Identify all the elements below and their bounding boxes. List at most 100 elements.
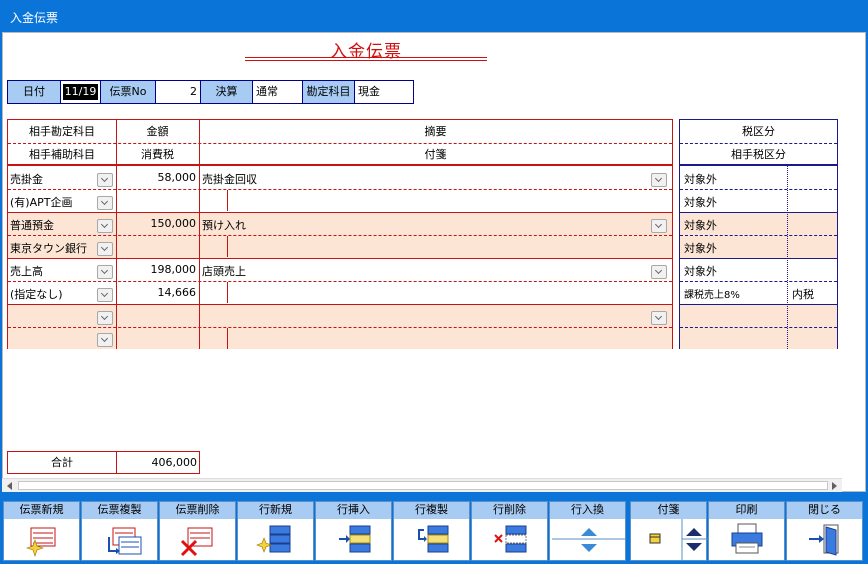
account-field[interactable]: 現金 [355,81,413,103]
total-box: 合計 406,000 [7,451,200,474]
row-divider [680,258,837,259]
copy-slip-icon [82,519,157,560]
title-underline-2 [245,60,487,61]
date-value: 11/19 [63,84,98,100]
sticky-note-button[interactable]: 付箋 [630,501,708,561]
delete-slip-icon [160,519,235,560]
memo-marker [227,236,228,257]
row-divider [680,304,837,305]
delete-row-label: 行削除 [493,503,526,516]
slip-header: 日付 11/19 伝票No 2 決算 通常 勘定科目 現金 [7,80,414,104]
row-divider [8,258,672,259]
col-partner-account: 相手勘定科目 [29,125,95,138]
slip-no-field[interactable]: 2 [156,81,201,103]
print-button[interactable]: 印刷 [708,501,785,561]
copy-slip-button[interactable]: 伝票複製 [81,501,158,561]
delete-row-button[interactable]: 行削除 [471,501,548,561]
row3-partner-tax-class[interactable]: 課税売上8% [684,286,740,301]
row1-sub-dropdown[interactable] [97,196,113,210]
page-title: 入金伝票 [330,42,402,62]
row3-account[interactable]: 売上高 [10,263,43,279]
row3-account-dropdown[interactable] [97,265,113,279]
scroll-thumb[interactable] [18,481,828,490]
new-slip-button[interactable]: 伝票新規 [3,501,80,561]
col-tax-class: 税区分 [742,125,775,138]
row1-summary-dropdown[interactable] [651,173,667,187]
close-label: 閉じる [808,503,841,516]
header-divider [680,143,837,144]
total-value: 406,000 [151,456,198,469]
row1-amount[interactable]: 58,000 [118,171,197,184]
row3-summary-dropdown[interactable] [651,265,667,279]
close-button[interactable]: 閉じる [786,501,863,561]
header-bottom [8,164,672,166]
settlement-field[interactable]: 通常 [253,81,303,103]
printer-icon [709,519,784,560]
col-memo: 付箋 [424,148,447,161]
row2-sub-dropdown[interactable] [97,242,113,256]
row2-summary-dropdown[interactable] [651,219,667,233]
row4-summary-dropdown[interactable] [651,311,667,325]
row1-summary[interactable]: 売掛金回収 [202,171,257,187]
col-tax: 消費税 [141,148,174,161]
new-row-button[interactable]: 行新規 [237,501,314,561]
scroll-right-icon[interactable] [832,482,837,490]
title-bar: 入金伝票 [0,0,868,32]
insert-row-button[interactable]: 行挿入 [315,501,392,561]
horizontal-scrollbar[interactable] [2,478,842,492]
row2-partner-tax-class[interactable]: 対象外 [684,240,717,256]
row-divider [8,327,672,328]
row1-sub[interactable]: (有)APT企画 [10,194,72,210]
row3-summary[interactable]: 店頭売上 [202,263,246,279]
slip-no-label: 伝票No [101,81,156,103]
copy-row-label: 行複製 [415,503,448,516]
tax-class-panel: 税区分 相手税区分 対象外 対象外 対象外 対象外 対象外 課税売上8% 内税 [679,119,838,349]
row-divider [680,189,837,190]
header-divider [8,143,672,144]
account-label: 勘定科目 [303,81,355,103]
window-title: 入金伝票 [10,11,59,25]
col-partner-sub: 相手補助科目 [29,148,95,161]
row1-tax-class[interactable]: 対象外 [684,171,717,187]
sticky-note-icon [631,519,708,560]
col-partner-tax-class: 相手税区分 [731,148,786,161]
row2-sub[interactable]: 東京タウン銀行 [10,240,87,256]
row2-account[interactable]: 普通預金 [10,217,54,233]
row3-tax-class[interactable]: 対象外 [684,263,717,279]
delete-slip-button[interactable]: 伝票削除 [159,501,236,561]
swap-rows-button[interactable]: 行入換 [549,501,626,561]
close-door-icon [787,519,862,560]
entry-grid: 相手勘定科目 相手補助科目 金額 消費税 摘要 付箋 売掛金 (有)APT企画 … [7,119,673,349]
new-row-label: 行新規 [259,503,292,516]
insert-row-icon [316,519,391,560]
memo-marker [227,190,228,211]
row3-sub[interactable]: (指定なし) [10,286,63,302]
copy-row-button[interactable]: 行複製 [393,501,470,561]
row2-tax-class[interactable]: 対象外 [684,217,717,233]
print-label: 印刷 [735,503,758,516]
bottom-toolbar: 伝票新規 伝票複製 伝票削除 行新規 行挿入 行複製 行削除 行入換 付箋 印刷… [0,501,868,564]
row-divider [8,304,672,305]
row1-account-dropdown[interactable] [97,173,113,187]
scroll-left-icon[interactable] [7,482,12,490]
copy-row-icon [394,519,469,560]
date-field[interactable]: 11/19 [61,81,101,103]
row3-sub-dropdown[interactable] [97,288,113,302]
row2-amount[interactable]: 150,000 [118,217,197,230]
row1-account[interactable]: 売掛金 [10,171,43,187]
row3-amount[interactable]: 198,000 [118,263,197,276]
new-slip-label: 伝票新規 [19,503,64,516]
row3-tax[interactable]: 14,666 [118,286,197,299]
swap-rows-icon[interactable] [550,519,625,560]
row1-partner-tax-class[interactable]: 対象外 [684,194,717,210]
row3-tax-inclusion[interactable]: 内税 [792,286,814,302]
row-divider [680,212,837,213]
row4-account-dropdown[interactable] [97,311,113,325]
row-divider [8,189,672,190]
memo-marker [227,282,228,303]
total-label: 合計 [8,452,117,473]
row4-sub-dropdown[interactable] [97,333,113,347]
new-row-icon [238,519,313,560]
row2-summary[interactable]: 預け入れ [202,217,246,233]
row2-account-dropdown[interactable] [97,219,113,233]
